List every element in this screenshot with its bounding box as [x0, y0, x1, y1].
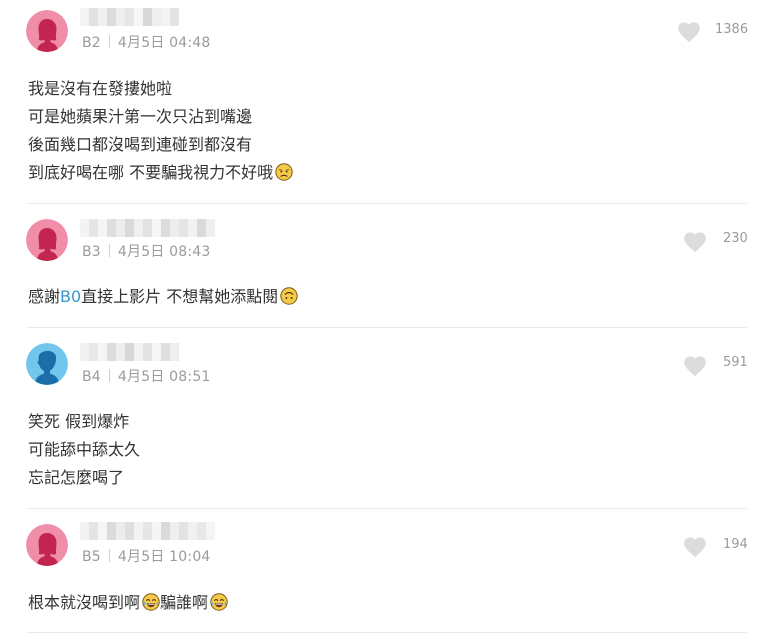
comment-line: 忘記怎麼喝了 — [28, 468, 125, 487]
meta-divider — [108, 244, 110, 257]
comment-line-with-emoji: 到底好喝在哪 不要騙我視力不好哦 — [28, 159, 293, 187]
username-blurred[interactable] — [80, 8, 179, 26]
male-avatar-icon[interactable] — [26, 343, 68, 385]
comment-line: 根本就沒喝到啊 騙誰啊 — [28, 589, 228, 617]
comment-time: 4月5日 08:51 — [117, 369, 211, 385]
like-count: 591 — [723, 355, 748, 370]
username-blurred[interactable] — [80, 219, 215, 237]
comment-meta: B5 4月5日 10:04 — [82, 546, 211, 566]
heart-icon[interactable] — [676, 19, 702, 43]
comment-meta: B3 4月5日 08:43 — [82, 241, 211, 261]
comment-body: 笑死 假到爆炸 可能舔中舔太久 忘記怎麼喝了 — [28, 408, 140, 492]
heart-icon[interactable] — [682, 229, 708, 253]
meta-divider — [108, 549, 110, 562]
comment-text: 根本就沒喝到啊 — [28, 593, 141, 612]
username-blurred[interactable] — [80, 522, 215, 540]
meta-divider — [108, 35, 110, 48]
female-avatar-icon[interactable] — [26, 219, 68, 261]
comment-text: 騙誰啊 — [160, 593, 209, 612]
tears-of-joy-icon — [210, 593, 228, 611]
comment-divider — [27, 203, 747, 204]
comment-line-text: 到底好喝在哪 不要騙我視力不好哦 — [28, 163, 274, 182]
heart-icon[interactable] — [682, 353, 708, 377]
like-count: 194 — [723, 537, 748, 552]
tears-of-joy-icon — [142, 593, 160, 611]
comment-line: 笑死 假到爆炸 — [28, 412, 130, 431]
upside-down-face-icon — [280, 287, 298, 305]
floor-number: B4 — [82, 369, 101, 385]
comment-meta: B4 4月5日 08:51 — [82, 366, 211, 386]
comment-divider — [27, 327, 747, 328]
female-avatar-icon[interactable] — [26, 524, 68, 566]
comment-body: 我是沒有在發摟她啦 可是她蘋果汁第一次只沾到嘴邊 後面幾口都沒喝到連碰到都沒有 … — [28, 75, 293, 187]
comment-time: 4月5日 10:04 — [117, 549, 211, 565]
heart-icon[interactable] — [682, 534, 708, 558]
comment-text: 感謝 — [28, 287, 61, 306]
comment-line: 可能舔中舔太久 — [28, 440, 141, 459]
like-count: 1386 — [715, 22, 749, 37]
username-blurred[interactable] — [80, 343, 179, 361]
comment-divider — [27, 632, 747, 633]
comment-line: 感謝B0直接上影片 不想幫她添點閱 — [28, 283, 298, 311]
comment-body: 根本就沒喝到啊 騙誰啊 — [28, 589, 228, 617]
comment-time: 4月5日 08:43 — [117, 244, 211, 260]
floor-number: B3 — [82, 244, 101, 260]
female-avatar-icon[interactable] — [26, 10, 68, 52]
comment-meta: B2 4月5日 04:48 — [82, 32, 211, 52]
comment-line: 可是她蘋果汁第一次只沾到嘴邊 — [28, 107, 253, 126]
meta-divider — [108, 369, 110, 382]
comment-text: 直接上影片 不想幫她添點閱 — [81, 287, 279, 306]
floor-mention-link[interactable]: B0 — [60, 287, 81, 306]
comment-line: 後面幾口都沒喝到連碰到都沒有 — [28, 135, 253, 154]
comment-divider — [27, 508, 747, 509]
comment-feed: B2 4月5日 04:48 1386 我是沒有在發摟她啦 可是她蘋果汁第一次只沾到… — [0, 0, 779, 639]
floor-number: B2 — [82, 35, 101, 51]
comment-body: 感謝B0直接上影片 不想幫她添點閱 — [28, 283, 298, 311]
like-count: 230 — [723, 231, 748, 246]
comment-time: 4月5日 04:48 — [117, 35, 211, 51]
floor-number: B5 — [82, 549, 101, 565]
comment-line: 我是沒有在發摟她啦 — [28, 79, 173, 98]
disappointed-face-icon — [275, 163, 293, 181]
